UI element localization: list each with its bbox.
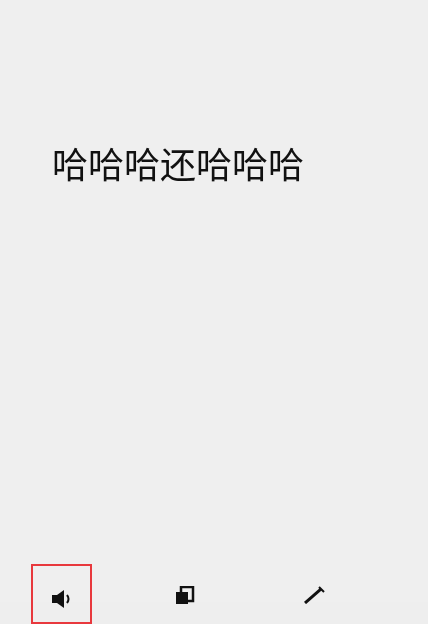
message-detail-screen: 哈哈哈还哈哈哈 bbox=[0, 0, 428, 624]
copy-icon bbox=[176, 586, 195, 604]
speak-button[interactable] bbox=[31, 564, 92, 624]
message-text: 哈哈哈还哈哈哈 bbox=[52, 146, 305, 187]
edit-pen-icon bbox=[304, 586, 325, 604]
bottom-toolbar bbox=[0, 560, 428, 624]
speaker-icon bbox=[52, 590, 70, 608]
edit-button[interactable] bbox=[283, 560, 343, 604]
copy-button[interactable] bbox=[155, 560, 215, 604]
